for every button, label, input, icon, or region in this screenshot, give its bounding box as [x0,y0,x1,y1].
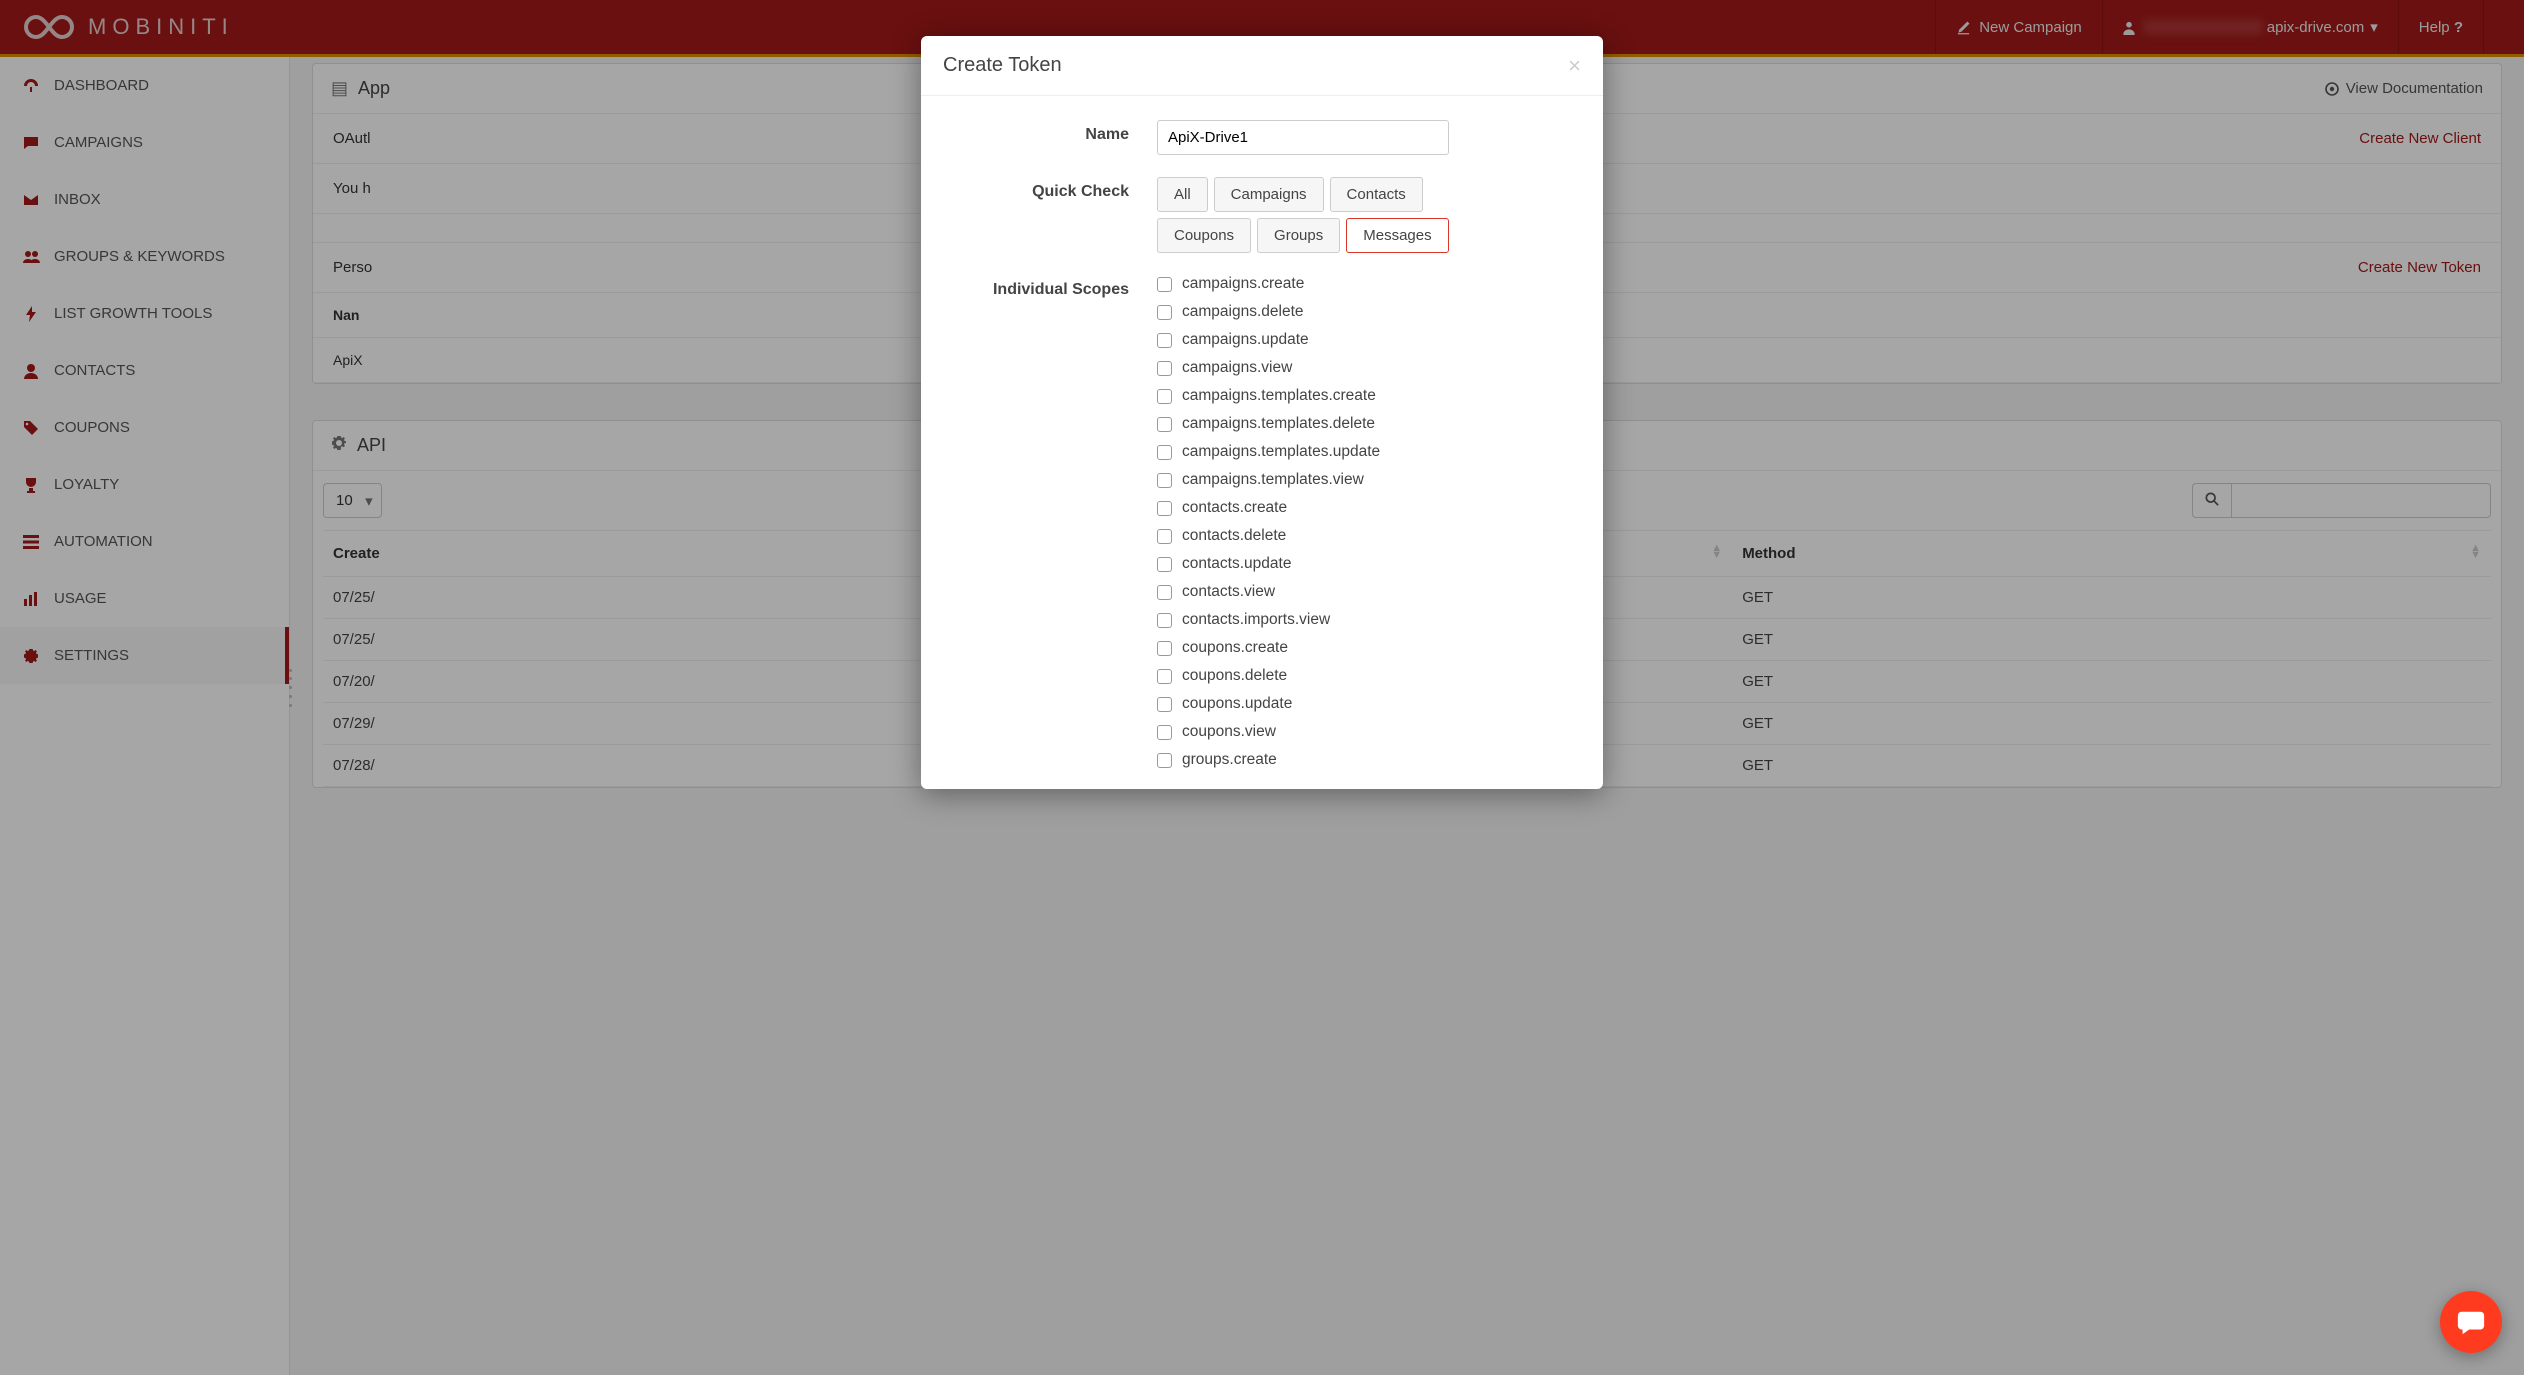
scope-campaigns-delete: campaigns.delete [1157,303,1577,321]
quick-check-all[interactable]: All [1157,177,1208,212]
scope-checkbox[interactable] [1157,697,1172,712]
quick-check-coupons[interactable]: Coupons [1157,218,1251,253]
scope-coupons-view: coupons.view [1157,723,1577,741]
scope-label: coupons.update [1182,695,1292,713]
scope-label: contacts.view [1182,583,1275,601]
chat-fab[interactable] [2440,1291,2502,1353]
quick-check-label: Quick Check [947,177,1157,253]
scope-contacts-view: contacts.view [1157,583,1577,601]
scope-label: coupons.view [1182,723,1276,741]
scope-campaigns-templates-update: campaigns.templates.update [1157,443,1577,461]
scope-contacts-imports-view: contacts.imports.view [1157,611,1577,629]
quick-check-groups[interactable]: Groups [1257,218,1340,253]
scope-checkbox[interactable] [1157,557,1172,572]
name-label: Name [947,120,1157,155]
scope-campaigns-create: campaigns.create [1157,275,1577,293]
scope-checkbox[interactable] [1157,417,1172,432]
scope-checkbox[interactable] [1157,501,1172,516]
scope-checkbox[interactable] [1157,669,1172,684]
scope-label: campaigns.templates.delete [1182,415,1375,433]
scope-checkbox[interactable] [1157,333,1172,348]
scope-checkbox[interactable] [1157,445,1172,460]
scope-coupons-delete: coupons.delete [1157,667,1577,685]
scope-campaigns-templates-delete: campaigns.templates.delete [1157,415,1577,433]
quick-check-messages[interactable]: Messages [1346,218,1448,253]
scope-label: campaigns.view [1182,359,1292,377]
scope-checkbox[interactable] [1157,277,1172,292]
scope-campaigns-templates-create: campaigns.templates.create [1157,387,1577,405]
scope-checkbox[interactable] [1157,305,1172,320]
scope-checkbox[interactable] [1157,529,1172,544]
scope-label: contacts.create [1182,499,1287,517]
scope-checkbox[interactable] [1157,641,1172,656]
scope-label: groups.create [1182,751,1277,769]
scope-label: campaigns.create [1182,275,1304,293]
scope-contacts-delete: contacts.delete [1157,527,1577,545]
quick-check-campaigns[interactable]: Campaigns [1214,177,1324,212]
scope-groups-create: groups.create [1157,751,1577,769]
chat-icon [2456,1307,2486,1337]
close-icon[interactable]: × [1568,55,1581,77]
scope-label: campaigns.templates.view [1182,471,1364,489]
scope-checkbox[interactable] [1157,753,1172,768]
scope-coupons-update: coupons.update [1157,695,1577,713]
scope-label: contacts.delete [1182,527,1286,545]
scope-label: campaigns.templates.create [1182,387,1376,405]
scopes-label: Individual Scopes [947,275,1157,779]
scope-label: coupons.create [1182,639,1288,657]
quick-check-contacts[interactable]: Contacts [1330,177,1423,212]
scope-checkbox[interactable] [1157,613,1172,628]
scope-campaigns-update: campaigns.update [1157,331,1577,349]
scope-campaigns-templates-view: campaigns.templates.view [1157,471,1577,489]
scope-label: coupons.delete [1182,667,1287,685]
modal-title: Create Token [943,54,1062,77]
scope-checkbox[interactable] [1157,725,1172,740]
token-name-input[interactable] [1157,120,1449,155]
scope-label: campaigns.delete [1182,303,1304,321]
scope-label: campaigns.update [1182,331,1309,349]
scope-campaigns-view: campaigns.view [1157,359,1577,377]
scope-checkbox[interactable] [1157,473,1172,488]
scope-checkbox[interactable] [1157,361,1172,376]
scope-contacts-update: contacts.update [1157,555,1577,573]
scope-label: contacts.update [1182,555,1291,573]
scope-label: contacts.imports.view [1182,611,1330,629]
scope-coupons-create: coupons.create [1157,639,1577,657]
create-token-modal: Create Token × Name Quick Check AllCampa… [921,36,1603,789]
scope-checkbox[interactable] [1157,585,1172,600]
scope-contacts-create: contacts.create [1157,499,1577,517]
scope-checkbox[interactable] [1157,389,1172,404]
scope-label: campaigns.templates.update [1182,443,1380,461]
